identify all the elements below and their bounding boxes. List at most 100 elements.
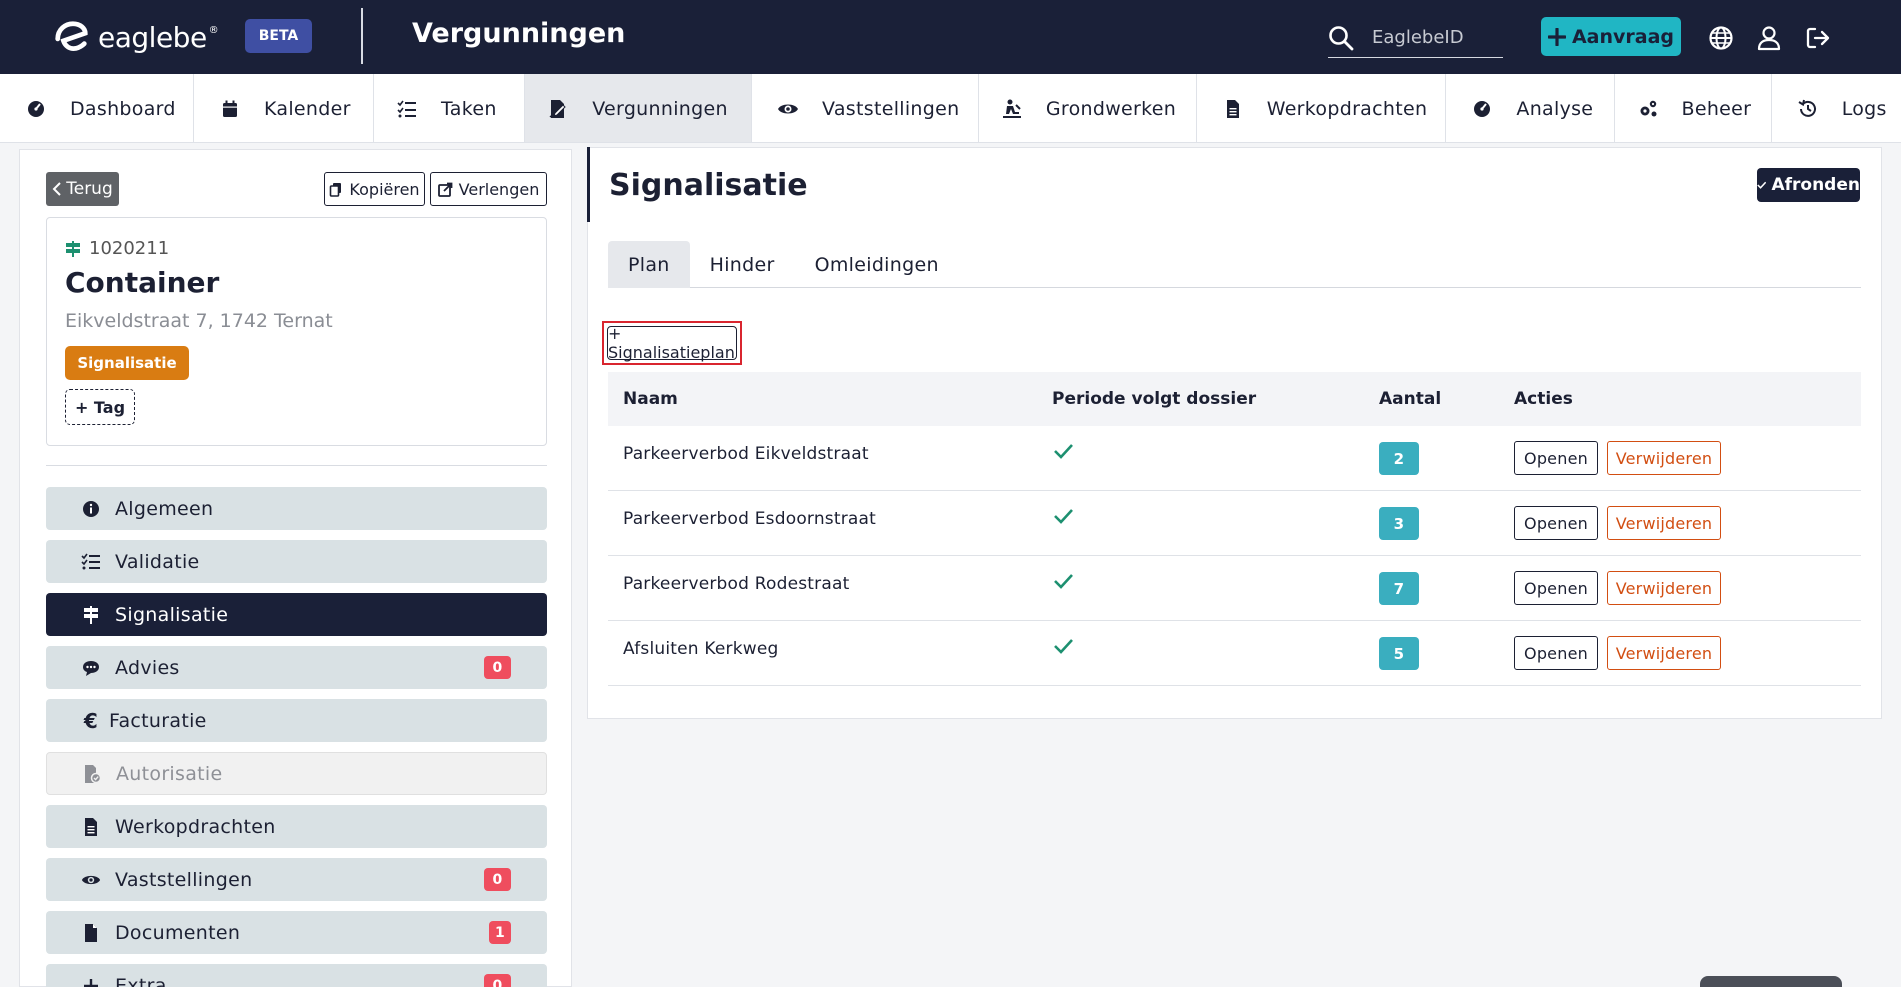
status-tag[interactable]: Signalisatie [65,346,189,380]
search-input[interactable] [1372,27,1497,48]
copy-button[interactable]: Kopiëren [324,172,425,206]
nav-item-vaststellingen[interactable]: Vaststellingen [752,74,979,142]
checkmark-icon [1054,509,1073,524]
globe-icon[interactable] [1707,24,1735,52]
sidebar-item-werkopdrachten[interactable]: Werkopdrachten [46,805,547,848]
checkmark-icon [1054,444,1073,459]
dossier-card: 1020211 Container Eikveldstraat 7, 1742 … [46,217,547,446]
nav-item-beheer[interactable]: Beheer [1615,74,1772,142]
copy-icon [330,182,342,197]
sidebar-item-label: Autorisatie [116,762,223,785]
main-navigation: Dashboard Kalender Taken Vergunningen Va… [0,74,1901,143]
open-button[interactable]: Openen [1514,506,1598,540]
dossier-id: 1020211 [89,238,170,259]
search-icon[interactable] [1328,25,1354,51]
back-button[interactable]: Terug [46,172,119,206]
aanvraag-label: Aanvraag [1571,25,1675,48]
nav-label: Logs [1841,97,1887,120]
sidebar-item-label: Validatie [115,550,200,573]
dossier-title: Container [65,266,220,299]
sidebar-item-label: Vaststellingen [115,868,253,891]
nav-item-vergunningen[interactable]: Vergunningen [525,74,753,142]
count-badge: 5 [1379,637,1419,670]
nav-item-analyse[interactable]: Analyse [1446,74,1615,142]
permit-icon [549,99,566,118]
finish-button[interactable]: Afronden [1757,168,1860,202]
sidebar-item-algemeen[interactable]: Algemeen [46,487,547,530]
column-header-acties: Acties [1514,389,1573,409]
copy-label: Kopiëren [349,179,420,199]
eaglebe-logo-icon [55,21,88,51]
sidebar-item-facturatie[interactable]: € Facturatie [46,699,547,742]
sidebar-item-label: Facturatie [109,709,207,732]
delete-button[interactable]: Verwijderen [1607,506,1721,540]
extend-button[interactable]: Verlengen [430,172,547,206]
checkmark-icon [1054,639,1073,654]
delete-button[interactable]: Verwijderen [1607,571,1721,605]
delete-button[interactable]: Verwijderen [1607,636,1721,670]
sidebar-item-advies[interactable]: Advies 0 [46,646,547,689]
nav-item-taken[interactable]: Taken [374,74,526,142]
nav-label: Werkopdrachten [1266,97,1428,120]
tab-hinder[interactable]: Hinder [690,241,795,288]
eaglebe-logo[interactable]: eaglebe ® [52,18,219,56]
count-badge: 7 [1379,572,1419,605]
info-icon [81,499,101,519]
plus-icon [81,976,101,987]
vaststellingen-count-badge: 0 [484,868,511,891]
plan-name: Parkeerverbod Esdoornstraat [623,509,877,529]
history-icon [1798,99,1816,117]
open-button[interactable]: Openen [1514,636,1598,670]
extra-count-badge: 0 [484,974,511,987]
sidebar-item-label: Algemeen [115,497,214,520]
eye-icon [778,104,799,113]
eaglebe-id-search [1328,18,1503,58]
table-header: Naam Periode volgt dossier Aantal Acties [608,372,1861,426]
sidebar-item-autorisatie[interactable]: Autorisatie [46,752,547,795]
sidebar-item-vaststellingen[interactable]: Vaststellingen 0 [46,858,547,901]
column-header-periode: Periode volgt dossier [1052,389,1257,409]
scroll-to-top-tab[interactable] [1700,976,1842,987]
nav-item-logs[interactable]: Logs [1772,74,1901,142]
add-signalisatieplan-button[interactable]: + Signalisatieplan [607,324,737,362]
open-button[interactable]: Openen [1514,441,1598,475]
nav-item-kalender[interactable]: Kalender [194,74,375,142]
sidebar-item-label: Signalisatie [115,603,229,626]
nav-label: Vaststellingen [822,97,960,120]
tab-plan[interactable]: Plan [608,241,690,288]
file-check-icon [82,764,102,784]
delete-button[interactable]: Verwijderen [1607,441,1721,475]
share-external-icon [437,182,453,197]
top-bar: eaglebe ® BETA Vergunningen Aanvraag [0,0,1901,74]
nav-item-grondwerken[interactable]: Grondwerken [979,74,1197,142]
aanvraag-button[interactable]: Aanvraag [1541,17,1681,56]
sidebar-item-extra[interactable]: Extra 0 [46,964,547,987]
nav-item-dashboard[interactable]: Dashboard [0,74,194,142]
nav-label: Dashboard [70,97,176,120]
nav-label: Beheer [1681,97,1752,120]
document-icon [1226,99,1239,118]
extend-label: Verlengen [458,179,540,199]
sidebar-item-signalisatie[interactable]: Signalisatie [46,593,547,636]
table-row: Parkeerverbod Rodestraat 7 Openen Verwij… [608,556,1861,621]
sidebar-item-validatie[interactable]: Validatie [46,540,547,583]
page-title: Signalisatie [609,168,808,203]
plus-icon [1547,27,1566,46]
nav-item-werkopdrachten[interactable]: Werkopdrachten [1197,74,1447,142]
euro-icon: € [83,708,99,733]
nav-label: Analyse [1516,97,1594,120]
user-icon[interactable] [1755,24,1783,52]
logout-icon[interactable] [1804,24,1832,52]
tab-omleidingen[interactable]: Omleidingen [795,241,959,288]
sidebar-item-label: Documenten [115,921,241,944]
count-badge: 3 [1379,507,1419,540]
sidebar-item-documenten[interactable]: Documenten 1 [46,911,547,954]
gears-icon [1640,100,1657,116]
signpost-icon [81,605,101,625]
add-tag-button[interactable]: + Tag [65,389,135,425]
open-button[interactable]: Openen [1514,571,1598,605]
table-row: Afsluiten Kerkweg 5 Openen Verwijderen [608,621,1861,686]
comments-icon [81,658,101,678]
signpost-icon [66,240,80,257]
signalisatie-panel: Signalisatie Afronden Plan Hinder Omleid… [587,147,1882,719]
